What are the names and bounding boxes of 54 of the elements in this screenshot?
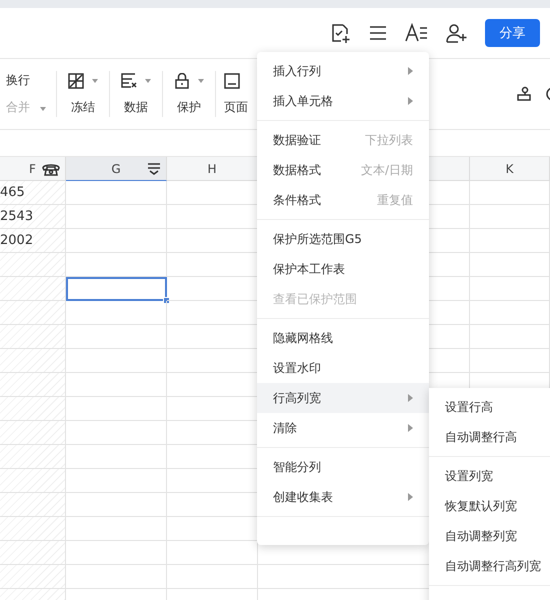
menu-item[interactable]: 创建收集表 [257,482,429,512]
menu-item[interactable]: 隐藏网格线 [257,323,429,353]
caret-icon [145,78,151,82]
menu-item[interactable]: 设置水印 [257,353,429,383]
menu-item[interactable]: 保护所选范围G5 [257,224,429,254]
table-cell[interactable]: 465 [0,181,66,205]
table-cell[interactable]: 2002 [0,229,66,253]
menu-item[interactable]: 恢复默认列宽 [429,491,550,521]
menu-item[interactable]: 数据格式 文本/日期 [257,155,429,185]
toolbar-label[interactable]: 数据 [124,98,148,116]
text-format-icon[interactable] [405,23,429,43]
menu-item[interactable]: 自动调整行高列宽 [429,551,550,581]
table-cell[interactable] [66,277,167,301]
menu-item[interactable]: 设置列宽 [429,461,550,491]
shortcut-hint: 重复值 [377,192,413,208]
shortcut-hint: 下拉列表 [365,132,413,148]
toolbar-label[interactable]: 页面 [224,98,248,116]
toolbar-label[interactable]: 保护 [177,98,201,116]
data-validation-icon[interactable] [121,72,137,88]
menu-item[interactable]: 插入行列 [257,56,429,86]
column-header[interactable]: F [0,157,66,181]
submenu-arrow-icon [408,67,413,75]
page-icon[interactable] [224,72,240,88]
lock-icon[interactable] [174,72,190,88]
table-cell[interactable]: 2543 [0,205,66,229]
submenu-arrow-icon [408,493,413,501]
column-header[interactable]: H [167,157,258,181]
share-button[interactable]: 分享 [485,19,540,47]
menu-item[interactable]: 自动调整列宽 [429,521,550,551]
submenu-arrow-icon [408,394,413,402]
submenu-arrow-icon [408,424,413,432]
menu-item[interactable]: 保护本工作表 [257,254,429,284]
caret-icon [40,107,46,111]
filter-icon[interactable] [147,162,161,176]
add-user-icon[interactable] [446,23,468,43]
menu-item[interactable]: 条件格式 重复值 [257,185,429,215]
menu-item[interactable]: 自动调整行高 [429,422,550,452]
caret-icon [92,78,98,82]
menu-item[interactable]: 设置行高 [429,392,550,422]
menu-item[interactable]: 智能分列 [257,452,429,482]
shortcut-hint: 文本/日期 [360,162,413,178]
toolbar-label[interactable]: 冻结 [71,98,95,116]
caret-icon [198,78,204,82]
menu-item[interactable]: 数据验证 下拉列表 [257,125,429,155]
menu-item[interactable]: 行高列宽 [257,383,429,413]
wrap-text-button[interactable]: 换行 [6,72,30,89]
telephone-icon [42,162,60,176]
freeze-icon[interactable] [68,72,84,88]
menu-item[interactable]: 清除 [257,413,429,443]
column-header[interactable]: K [470,157,550,181]
menu-item[interactable]: 插入单元格 [257,86,429,116]
column-header[interactable]: G [66,157,167,181]
stamp-icon[interactable] [516,86,532,102]
submenu-arrow-icon [408,97,413,105]
